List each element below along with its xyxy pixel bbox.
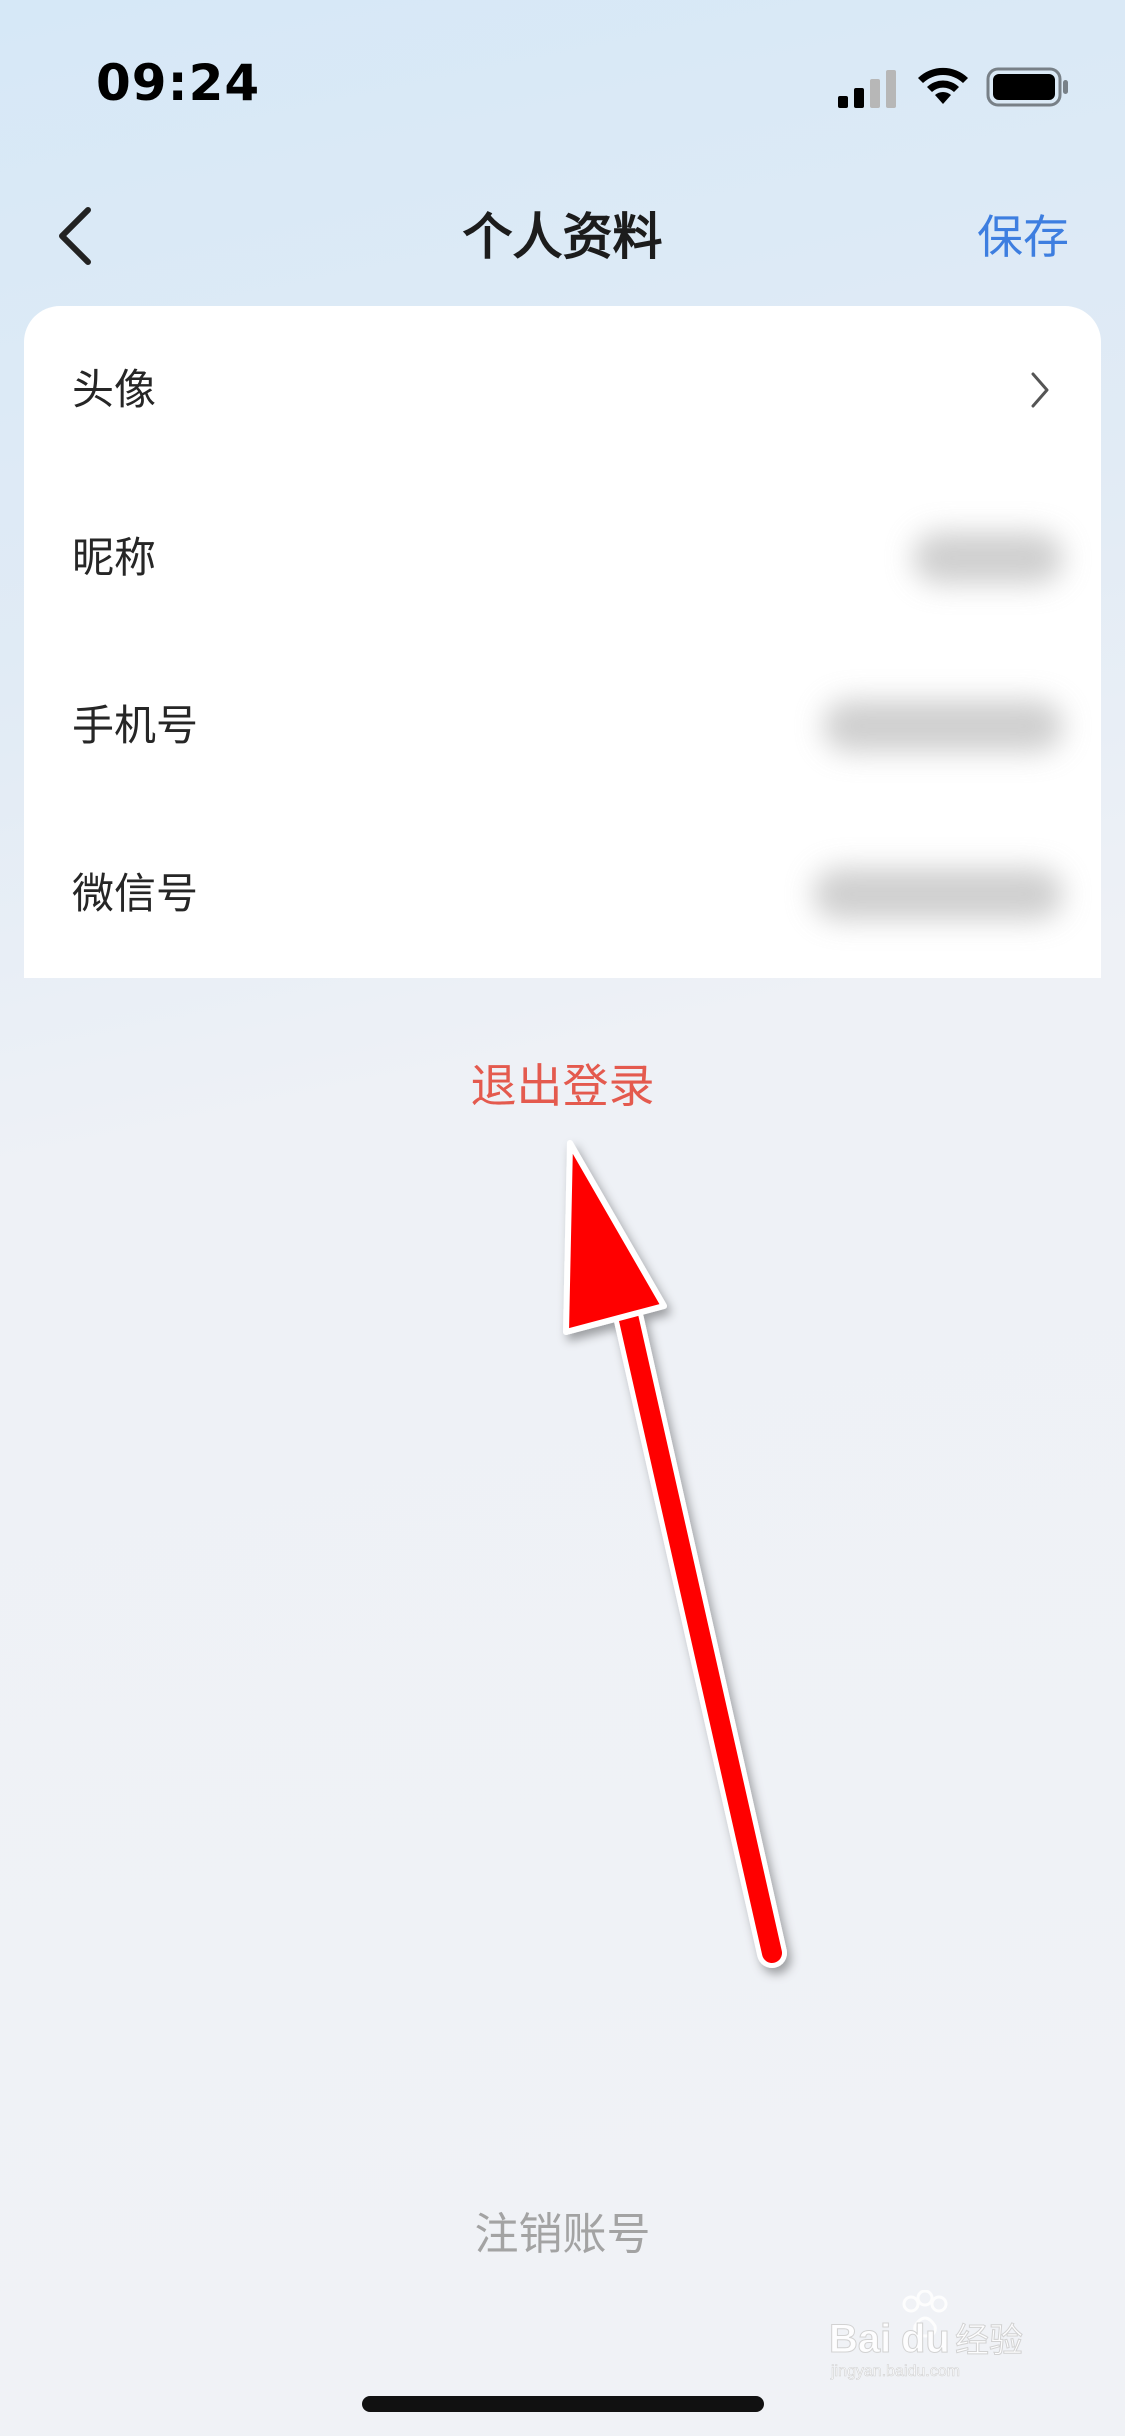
cancel-account-button[interactable]: 注销账号 — [0, 2198, 1125, 2262]
cellular-signal-icon — [838, 70, 896, 108]
chevron-right-icon — [1031, 372, 1049, 408]
phone-label: 手机号 — [72, 701, 199, 750]
baidu-jingyan-watermark: Bai du 经验 jingyan.baidu.com — [829, 2290, 1024, 2380]
avatar-row[interactable]: 头像 — [24, 306, 1101, 474]
wechat-label: 微信号 — [72, 869, 199, 918]
avatar-label: 头像 — [72, 365, 157, 414]
status-bar: 09:24 — [0, 0, 1125, 170]
battery-icon — [986, 67, 1068, 107]
nav-bar: 个人资料 保存 — [0, 170, 1125, 300]
wifi-icon — [918, 67, 968, 104]
logout-button[interactable]: 退出登录 — [0, 1050, 1125, 1116]
status-time: 09:24 — [96, 54, 261, 112]
phone-value — [823, 700, 1063, 752]
profile-card: 头像 昵称 手机号 微信号 — [24, 306, 1101, 978]
wechat-value — [813, 868, 1063, 920]
nickname-row[interactable]: 昵称 — [24, 474, 1101, 642]
svg-text:经验: 经验 — [955, 2321, 1023, 2361]
nickname-value — [913, 532, 1063, 584]
save-button[interactable]: 保存 — [977, 192, 1069, 282]
page-title: 个人资料 — [462, 208, 663, 266]
wechat-row[interactable]: 微信号 — [24, 810, 1101, 978]
svg-text:jingyan.baidu.com: jingyan.baidu.com — [830, 2363, 960, 2380]
home-indicator[interactable] — [362, 2396, 764, 2412]
svg-text:Bai: Bai — [829, 2317, 891, 2361]
svg-text:du: du — [901, 2317, 950, 2361]
nickname-label: 昵称 — [72, 533, 157, 582]
phone-row[interactable]: 手机号 — [24, 642, 1101, 810]
